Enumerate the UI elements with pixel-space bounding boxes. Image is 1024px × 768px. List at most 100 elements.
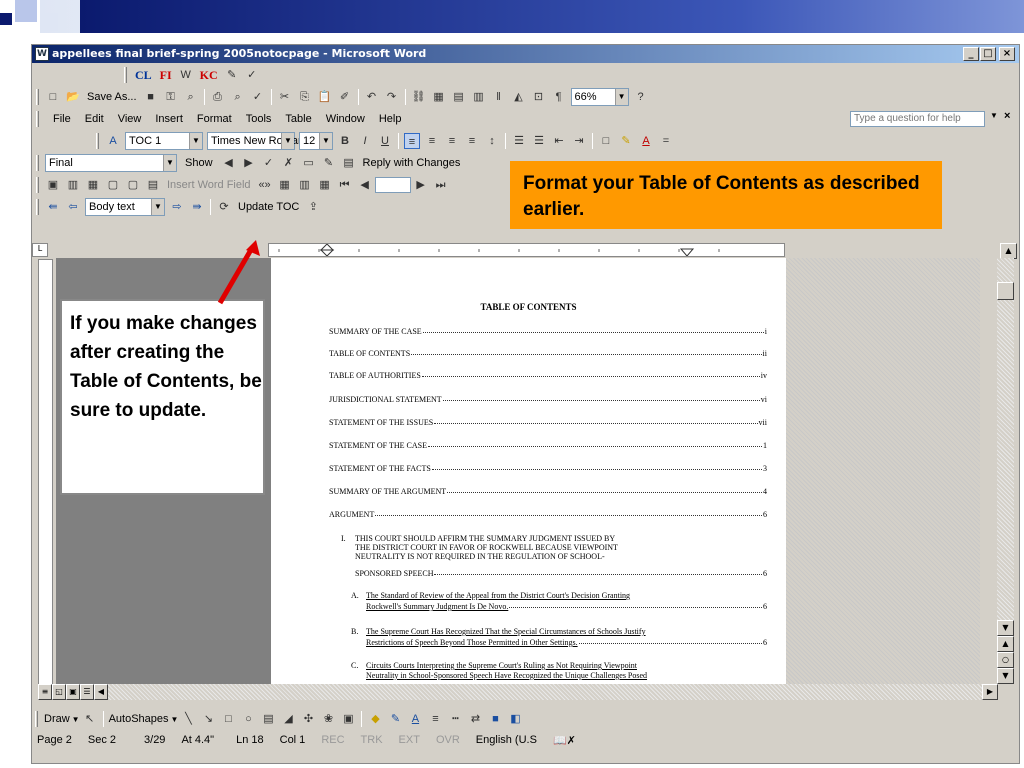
- match-fields-icon[interactable]: ▥: [297, 177, 313, 193]
- copy-icon[interactable]: ⎘: [297, 89, 313, 105]
- status-trk[interactable]: TRK: [361, 734, 383, 746]
- toc-entry[interactable]: Restrictions of Speech Beyond Those Perm…: [366, 638, 767, 647]
- vertical-scrollbar[interactable]: ▼ ▲ ○ ▼: [997, 258, 1014, 684]
- fill-color-icon[interactable]: ◆: [367, 711, 383, 727]
- update-toc-icon[interactable]: ⟳: [216, 199, 232, 215]
- draw-menu-button[interactable]: Draw: [44, 713, 70, 725]
- line-style-icon[interactable]: ≡: [427, 711, 443, 727]
- help-dropdown-icon[interactable]: ▼: [990, 111, 998, 120]
- font-color-icon[interactable]: A: [638, 133, 654, 149]
- arrow-style-icon[interactable]: ⇄: [467, 711, 483, 727]
- outline-view-icon[interactable]: ☰: [80, 684, 94, 700]
- close-document-icon[interactable]: ×: [1004, 110, 1010, 122]
- kc-button[interactable]: KC: [200, 68, 218, 83]
- previous-change-icon[interactable]: ◀: [221, 155, 237, 171]
- decrease-indent-icon[interactable]: ⇤: [551, 133, 567, 149]
- scroll-right-icon[interactable]: ▶: [982, 684, 998, 700]
- scroll-thumb[interactable]: [997, 282, 1014, 300]
- menu-file[interactable]: File: [53, 113, 71, 125]
- font-size-select[interactable]: 12 ▼: [299, 132, 333, 150]
- shadow-icon[interactable]: ■: [487, 711, 503, 727]
- text-box-icon[interactable]: ▤: [260, 711, 276, 727]
- demote-icon[interactable]: ⇨: [169, 199, 185, 215]
- promote-to-heading-icon[interactable]: ⇚: [45, 199, 61, 215]
- web-view-icon[interactable]: ◱: [52, 684, 66, 700]
- go-to-toc-icon[interactable]: ⇪: [305, 199, 321, 215]
- bold-icon[interactable]: B: [337, 133, 353, 149]
- undo-icon[interactable]: ↶: [364, 89, 380, 105]
- paste-icon[interactable]: 📋: [317, 89, 333, 105]
- styles-pane-icon[interactable]: A: [105, 133, 121, 149]
- insert-address-block-icon[interactable]: ▢: [105, 177, 121, 193]
- insert-comment-icon[interactable]: ▭: [301, 155, 317, 171]
- spelling-icon[interactable]: ✓: [250, 89, 266, 105]
- help-icon[interactable]: ?: [633, 89, 649, 105]
- toolbar-grip[interactable]: [36, 155, 39, 171]
- print-icon[interactable]: ⎙: [210, 89, 226, 105]
- accept-change-icon[interactable]: ✓: [261, 155, 277, 171]
- insert-excel-icon[interactable]: ▥: [471, 89, 487, 105]
- toc-entry[interactable]: SUMMARY OF THE ARGUMENT 4: [329, 487, 767, 496]
- menu-table[interactable]: Table: [285, 113, 311, 125]
- next-page-icon[interactable]: ▼: [997, 668, 1014, 684]
- arrow-icon[interactable]: ↘: [200, 711, 216, 727]
- minimize-button[interactable]: _: [963, 47, 979, 61]
- next-record-icon[interactable]: ▶: [413, 177, 429, 193]
- vertical-ruler[interactable]: [38, 259, 53, 685]
- scroll-up-icon[interactable]: ▲: [1000, 243, 1017, 259]
- research-icon[interactable]: ⌕: [183, 89, 199, 105]
- print-layout-icon[interactable]: ▣: [66, 684, 80, 700]
- track-changes-icon[interactable]: ✎: [321, 155, 337, 171]
- menu-grip[interactable]: [36, 111, 39, 127]
- menu-format[interactable]: Format: [197, 113, 232, 125]
- new-document-icon[interactable]: □: [45, 89, 61, 105]
- show-hide-icon[interactable]: ¶: [551, 89, 567, 105]
- save-icon[interactable]: ■: [143, 89, 159, 105]
- view-merged-data-icon[interactable]: «»: [257, 177, 273, 193]
- select-browse-object-icon[interactable]: ○: [997, 652, 1014, 668]
- insert-word-field-button[interactable]: Insert Word Field: [167, 179, 251, 191]
- save-as-button[interactable]: Save As...: [87, 91, 137, 103]
- hyperlink-icon[interactable]: ⛓: [411, 89, 427, 105]
- menu-edit[interactable]: Edit: [85, 113, 104, 125]
- open-data-source-icon[interactable]: ▥: [65, 177, 81, 193]
- style-select[interactable]: TOC 1 ▼: [125, 132, 203, 150]
- menu-window[interactable]: Window: [326, 113, 365, 125]
- reject-change-icon[interactable]: ✗: [281, 155, 297, 171]
- open-folder-icon[interactable]: 📂: [65, 89, 81, 105]
- menu-help[interactable]: Help: [379, 113, 402, 125]
- next-change-icon[interactable]: ▶: [241, 155, 257, 171]
- redo-icon[interactable]: ↷: [384, 89, 400, 105]
- insert-table-icon[interactable]: ▤: [451, 89, 467, 105]
- drawing-icon[interactable]: ◭: [511, 89, 527, 105]
- toolbar-grip[interactable]: [35, 711, 38, 727]
- toc-entry[interactable]: SUMMARY OF THE CASE i: [329, 327, 767, 336]
- toolbar-grip[interactable]: [36, 177, 39, 193]
- format-painter-icon[interactable]: ✐: [337, 89, 353, 105]
- wordart-icon[interactable]: ◢: [280, 711, 296, 727]
- italic-icon[interactable]: I: [357, 133, 373, 149]
- rectangle-icon[interactable]: □: [220, 711, 236, 727]
- last-record-icon[interactable]: ⏭: [433, 177, 449, 193]
- horizontal-scrollbar[interactable]: ≡ ◱ ▣ ☰ ◀ ▶: [38, 684, 998, 700]
- cl-button[interactable]: CL: [135, 68, 152, 83]
- status-ovr[interactable]: OVR: [436, 734, 460, 746]
- print-preview-icon[interactable]: ⌕: [230, 89, 246, 105]
- show-menu-button[interactable]: Show: [185, 157, 213, 169]
- picture-icon[interactable]: ▣: [340, 711, 356, 727]
- display-for-review-select[interactable]: Final ▼: [45, 154, 177, 172]
- maximize-button[interactable]: □: [980, 47, 996, 61]
- scroll-down-icon[interactable]: ▼: [997, 620, 1014, 636]
- toolbar-grip[interactable]: [124, 67, 127, 83]
- update-toc-button[interactable]: Update TOC: [238, 201, 299, 213]
- scroll-left-icon[interactable]: ◀: [94, 684, 108, 700]
- menu-view[interactable]: View: [118, 113, 142, 125]
- border-icon[interactable]: □: [598, 133, 614, 149]
- record-number-input[interactable]: [374, 177, 411, 193]
- dash-style-icon[interactable]: ┅: [447, 711, 463, 727]
- toolbar-grip[interactable]: [96, 133, 99, 149]
- menu-tools[interactable]: Tools: [246, 113, 272, 125]
- toc-entry[interactable]: STATEMENT OF THE FACTS 3: [329, 464, 767, 473]
- horizontal-ruler[interactable]: [268, 243, 785, 257]
- toc-entry[interactable]: TABLE OF CONTENTS ii: [329, 349, 767, 358]
